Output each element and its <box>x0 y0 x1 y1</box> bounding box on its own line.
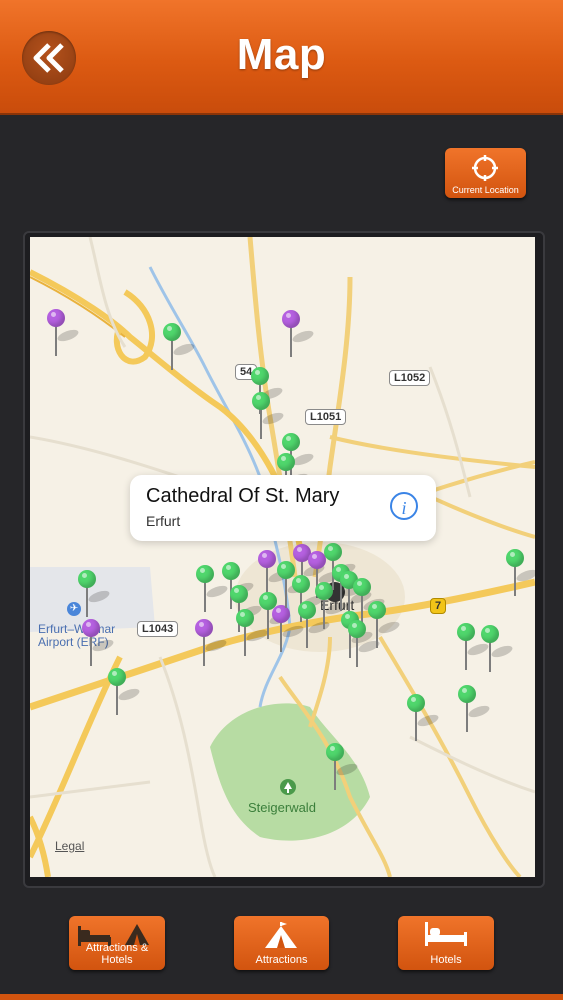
callout-title: Cathedral Of St. Mary <box>146 485 340 507</box>
hotels-button[interactable]: Hotels <box>398 916 494 970</box>
attraction-pin[interactable] <box>78 570 111 622</box>
attraction-pin[interactable] <box>326 743 359 795</box>
hotel-pin[interactable] <box>47 309 80 361</box>
callout-subtitle: Erfurt <box>146 513 181 529</box>
tent-icon <box>265 922 297 948</box>
crosshair-icon <box>472 155 498 181</box>
attraction-pin[interactable] <box>481 625 514 677</box>
road-shield: L1043 <box>137 621 179 637</box>
header-bar: Map <box>0 0 563 113</box>
forest-label: Steigerwald <box>248 800 316 815</box>
road-shield: 7 <box>430 598 447 614</box>
attraction-pin[interactable] <box>407 694 440 746</box>
attraction-pin[interactable] <box>252 392 285 444</box>
hotels-label: Hotels <box>430 954 462 966</box>
map-callout[interactable]: Cathedral Of St. Mary Erfurt i <box>130 475 436 541</box>
attraction-pin[interactable] <box>458 685 491 737</box>
current-location-button[interactable]: Current Location <box>445 148 526 198</box>
attraction-pin[interactable] <box>163 323 196 375</box>
current-location-label: Current Location <box>452 185 519 195</box>
attraction-pin[interactable] <box>368 601 401 653</box>
attraction-pin[interactable] <box>506 549 535 601</box>
bed-icon <box>425 922 467 946</box>
attractions-and-hotels-label: Attractions & Hotels <box>85 942 149 966</box>
map-view[interactable]: 54 L1052 L1051 L1043 7 Erfurt–Weimar Air… <box>30 237 535 877</box>
hotel-pin[interactable] <box>195 619 228 671</box>
bottom-edge-bar <box>0 994 563 1000</box>
page-title: Map <box>236 30 327 79</box>
hotel-pin[interactable] <box>82 619 115 671</box>
attraction-pin[interactable] <box>196 565 229 617</box>
road-shield: L1052 <box>389 370 431 386</box>
attraction-pin[interactable] <box>108 668 141 720</box>
attraction-pin[interactable] <box>457 623 490 675</box>
attractions-and-hotels-button[interactable]: Attractions & Hotels <box>69 916 165 970</box>
legal-link[interactable]: Legal <box>55 839 84 853</box>
attractions-label: Attractions <box>255 954 308 966</box>
attraction-pin[interactable] <box>348 620 381 672</box>
road-shield: L1051 <box>305 409 347 425</box>
hotel-pin[interactable] <box>282 310 315 362</box>
attraction-pin[interactable] <box>236 609 269 661</box>
info-icon[interactable]: i <box>390 492 418 520</box>
attractions-button[interactable]: Attractions <box>234 916 329 970</box>
